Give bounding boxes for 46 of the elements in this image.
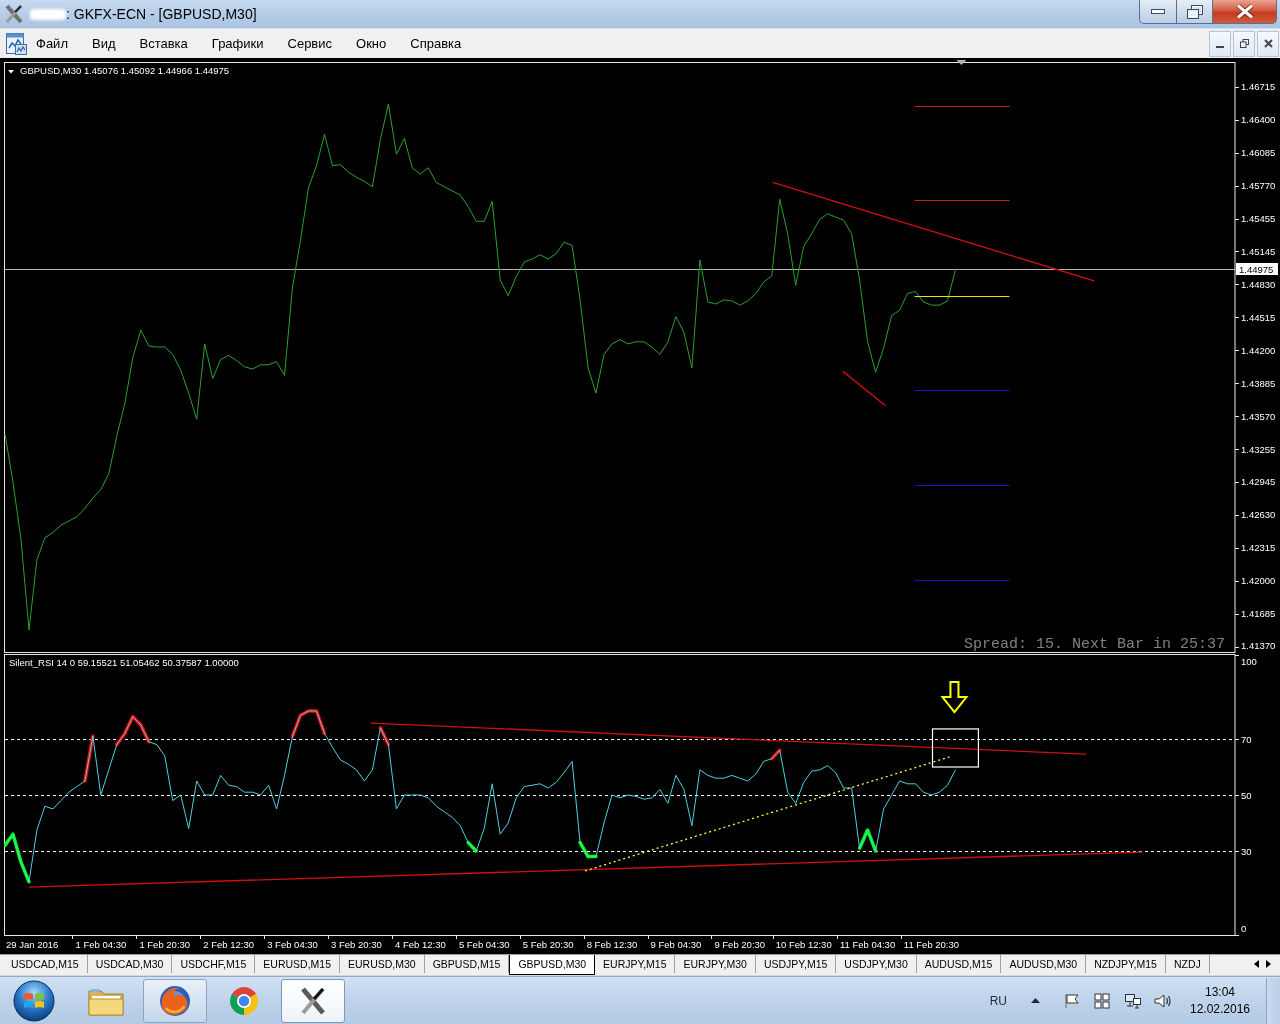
axis-label: 1.42000 bbox=[1241, 575, 1276, 587]
axis-label: 1.46715 bbox=[1241, 81, 1276, 93]
time-axis-label: 4 Feb 12:30 bbox=[395, 939, 446, 950]
time-axis-label: 10 Feb 12:30 bbox=[775, 939, 832, 950]
time-axis-label: 1 Feb 04:30 bbox=[75, 939, 127, 950]
time-axis-label: 3 Feb 04:30 bbox=[267, 939, 318, 950]
axis-label: 1.43885 bbox=[1241, 377, 1276, 389]
ref-line-label: 1.44975 bbox=[1239, 264, 1274, 275]
clock-date: 12.02.2016 bbox=[1188, 1000, 1252, 1018]
time-axis-label: 9 Feb 20:30 bbox=[714, 939, 766, 950]
axis-label: 1.42945 bbox=[1241, 476, 1276, 488]
axis-label: 1.42315 bbox=[1241, 542, 1276, 554]
current-price-label: 1.44975 bbox=[1236, 263, 1278, 275]
time-axis-label: 1 Feb 20:30 bbox=[139, 939, 191, 950]
axis-label: 30 bbox=[1241, 845, 1252, 857]
axis-label: 50 bbox=[1241, 789, 1252, 801]
window-title: : GKFX-ECN - [GBPUSD,M30] bbox=[66, 5, 257, 24]
axis-label: 1.41370 bbox=[1241, 640, 1276, 651]
time-axis-label: 29 Jan 2016 bbox=[6, 939, 59, 950]
axis-label: 0 bbox=[1241, 923, 1247, 934]
axis-label: 1.45145 bbox=[1241, 245, 1276, 257]
time-axis-label: 9 Feb 04:30 bbox=[650, 939, 702, 950]
time-axis-label: 11 Feb 04:30 bbox=[839, 939, 896, 950]
time-axis-label: 5 Feb 20:30 bbox=[522, 939, 574, 950]
clock-time: 13:04 bbox=[1204, 983, 1236, 1001]
axis-label: 70 bbox=[1241, 733, 1252, 745]
axis-label: 1.44830 bbox=[1241, 278, 1276, 290]
time-axis-label: 3 Feb 20:30 bbox=[331, 939, 382, 950]
axis-label: 1.43255 bbox=[1241, 443, 1276, 455]
time-axis-label: 11 Feb 20:30 bbox=[903, 939, 960, 950]
time-axis-label: 5 Feb 04:30 bbox=[458, 939, 510, 950]
axis-label: 1.46400 bbox=[1241, 114, 1276, 126]
axis-label: 1.42630 bbox=[1241, 509, 1276, 521]
axis-label: 1.43570 bbox=[1241, 410, 1276, 422]
axis-label: 1.41685 bbox=[1241, 608, 1276, 620]
axis-label: 100 bbox=[1241, 656, 1257, 667]
chart-legend: GBPUSD,M30 1.45076 1.45092 1.44966 1.44975 bbox=[20, 65, 230, 76]
axis-label: 1.45455 bbox=[1241, 213, 1276, 225]
chart-legend: Silent_RSI 14 0 59.15521 51.05462 50.37587 1.00000 bbox=[9, 657, 239, 668]
axis-label: 1.45770 bbox=[1241, 180, 1276, 192]
axis-label: 1.46085 bbox=[1241, 147, 1276, 159]
time-axis-label: 8 Feb 12:30 bbox=[586, 939, 638, 950]
time-axis-label: 2 Feb 12:30 bbox=[203, 939, 254, 950]
spread-info: Spread: 15. Next Bar in 25:37 bbox=[963, 636, 1225, 653]
axis-label: 1.44200 bbox=[1241, 344, 1276, 356]
axis-label: 1.44515 bbox=[1241, 311, 1276, 323]
